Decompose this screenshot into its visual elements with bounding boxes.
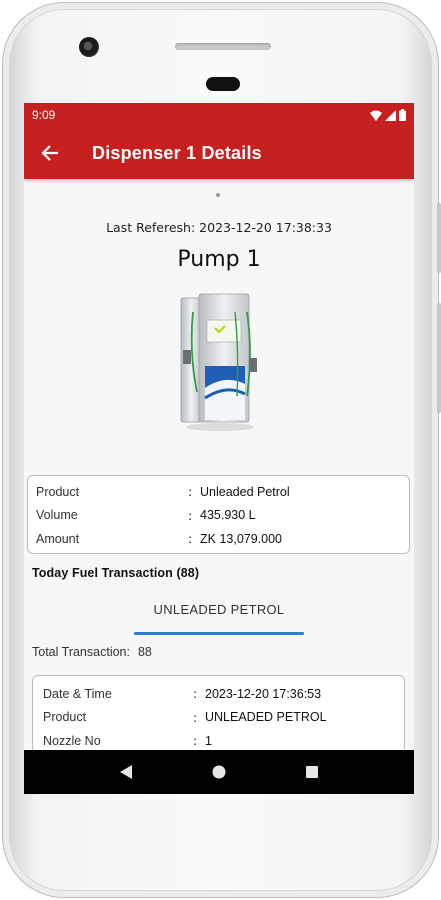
- cell-signal-icon: [385, 109, 396, 121]
- pump-title: Pump 1: [177, 247, 261, 272]
- status-time: 9:09: [32, 108, 56, 122]
- transaction-value: 1: [205, 733, 212, 748]
- summary-separator: :: [188, 484, 193, 500]
- summary-row: Product : Unleaded Petrol: [28, 480, 409, 504]
- wifi-icon: [370, 110, 382, 121]
- system-nav-bar: [24, 750, 414, 794]
- transaction-separator: :: [193, 709, 198, 725]
- summary-label: Amount: [36, 531, 80, 546]
- last-refresh: Last Referesh: 2023-12-20 17:38:33: [24, 220, 414, 235]
- transaction-row: Date & Time : 2023-12-20 17:36:53: [33, 682, 404, 706]
- summary-row: Amount : ZK 13,079.000: [28, 527, 409, 551]
- transaction-value: 2023-12-20 17:36:53: [205, 686, 322, 701]
- back-arrow-icon: [41, 145, 58, 161]
- tab-indicator: [134, 632, 304, 635]
- summary-row: Volume : 435.930 L: [28, 504, 409, 528]
- summary-label: Product: [36, 484, 80, 499]
- fuel-pump-image: [180, 293, 257, 431]
- tab-label: UNLEADED PETROL: [153, 602, 285, 617]
- nav-back-icon: [120, 765, 133, 779]
- nav-home-icon: [212, 765, 226, 779]
- nav-recents-button[interactable]: [300, 760, 324, 784]
- status-bar: 9:09: [24, 103, 414, 127]
- device-screen: 9:09 Dispenser 1 Details Last Referesh: …: [24, 103, 414, 794]
- summary-label: Volume: [36, 508, 78, 523]
- transaction-separator: :: [193, 733, 198, 749]
- total-transaction-count: 88: [137, 645, 152, 659]
- nav-back-button[interactable]: [114, 760, 138, 784]
- last-refresh-value: 2023-12-20 17:38:33: [199, 220, 332, 235]
- front-camera: [79, 37, 99, 57]
- transaction-row: Nozzle No : 1: [33, 729, 404, 750]
- total-transaction-label: Total Transaction:: [32, 645, 130, 659]
- summary-value: Unleaded Petrol: [200, 484, 290, 499]
- nav-home-button[interactable]: [207, 760, 231, 784]
- transaction-row: Product : UNLEADED PETROL: [33, 706, 404, 730]
- transaction-value: UNLEADED PETROL: [205, 710, 327, 725]
- proximity-sensor: [206, 77, 240, 91]
- tab-unleaded-petrol[interactable]: UNLEADED PETROL: [134, 597, 304, 635]
- dispenser-content[interactable]: Last Referesh: 2023-12-20 17:38:33 Pump …: [24, 179, 414, 750]
- summary-value: ZK 13,079.000: [200, 531, 283, 546]
- power-button: [437, 203, 441, 273]
- volume-button: [437, 303, 441, 413]
- summary-value: 435.930 L: [200, 508, 256, 523]
- page-title: Dispenser 1 Details: [92, 142, 262, 163]
- pull-indicator: [216, 193, 220, 197]
- app-bar: Dispenser 1 Details: [24, 127, 414, 179]
- transaction-label: Product: [43, 710, 87, 725]
- battery-icon: [399, 109, 406, 121]
- nav-recents-icon: [305, 766, 318, 778]
- last-refresh-label: Last Referesh:: [106, 220, 196, 235]
- total-transaction: Total Transaction: 88: [32, 645, 152, 659]
- transaction-separator: :: [193, 686, 198, 702]
- transaction-label: Nozzle No: [43, 733, 101, 748]
- transaction-card[interactable]: Date & Time : 2023-12-20 17:36:53 Produc…: [32, 675, 405, 750]
- earpiece-speaker: [175, 43, 271, 50]
- summary-separator: :: [188, 507, 193, 523]
- today-transaction-heading: Today Fuel Transaction (88): [32, 566, 200, 580]
- summary-card: Product : Unleaded Petrol Volume : 435.9…: [27, 475, 410, 554]
- transaction-label: Date & Time: [43, 686, 112, 701]
- back-button[interactable]: [38, 141, 62, 165]
- summary-separator: :: [188, 531, 193, 547]
